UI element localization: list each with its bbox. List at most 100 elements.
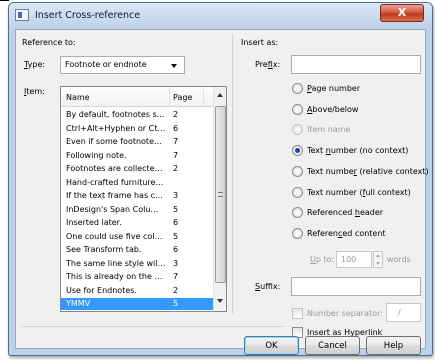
prefix-input[interactable] — [291, 55, 421, 74]
list-item[interactable]: One could use five colu... 5 — [61, 231, 213, 243]
insert-as-option-label: Text number (no context) — [307, 146, 409, 156]
suffix-label: Suffix: — [255, 282, 281, 291]
item-page: 7 — [173, 137, 179, 146]
item-page: 7 — [173, 272, 179, 281]
column-header-name[interactable]: Name — [66, 93, 90, 102]
item-name: YMMV — [66, 299, 91, 308]
list-item[interactable]: By default, footnotes s... 2 — [61, 109, 213, 121]
list-item[interactable]: This is already on the w... 7 — [61, 271, 213, 283]
list-item[interactable]: Inserted later. 6 — [61, 217, 213, 229]
item-name: One could use five colu... — [66, 231, 166, 241]
insert-as-radio[interactable] — [292, 207, 303, 219]
item-page: 5 — [173, 231, 179, 241]
item-name: This is already on the w... — [66, 272, 166, 281]
insert-as-radio[interactable] — [292, 83, 303, 94]
spinner-down-icon[interactable] — [376, 262, 380, 265]
close-button[interactable]: X — [380, 4, 424, 22]
scroll-down-icon[interactable] — [217, 299, 223, 303]
section-divider — [232, 34, 233, 314]
item-page: 2 — [173, 285, 179, 295]
number-separator-input[interactable]: / — [386, 303, 421, 322]
dialog-client-area: Reference to: Type: Footnote or endnote … — [15, 29, 429, 349]
insert-as-option-label: Above/below — [307, 104, 359, 114]
item-page: 3 — [173, 191, 179, 200]
list-item[interactable]: If the text frame has c... 3 — [61, 190, 213, 202]
insert-as-radio[interactable] — [292, 103, 303, 115]
list-item[interactable]: Hand-crafted furniture i... — [61, 177, 213, 189]
dialog-window: Insert Cross-reference X Reference to: T… — [8, 2, 433, 356]
item-name: Use for Endnotes. — [66, 285, 137, 295]
words-label: words — [387, 255, 411, 264]
item-page: 2 — [173, 110, 179, 119]
window-title: Insert Cross-reference — [35, 10, 141, 21]
item-name: If the text frame has c... — [66, 191, 163, 200]
column-divider — [169, 87, 170, 106]
insert-as-option-label: Text number (full context) — [307, 187, 411, 197]
prefix-label: Prefix: — [255, 60, 281, 69]
insert-as-option-label: Item name — [307, 125, 351, 135]
list-item[interactable]: Ctrl+Alt+Hyphen or Ctr... 6 — [61, 123, 213, 135]
item-list-header: Name Page — [61, 87, 213, 107]
button-row-divider — [22, 326, 284, 327]
item-name: See Transform tab. — [66, 245, 142, 254]
window-icon — [15, 9, 29, 21]
item-name: Hand-crafted furniture i... — [66, 177, 166, 187]
item-name: The same line style will ... — [66, 258, 166, 268]
ok-button[interactable]: OK — [244, 336, 299, 355]
item-page: 6 — [173, 218, 179, 227]
item-label: Item: — [24, 87, 45, 96]
list-item[interactable]: Use for Endnotes. 2 — [61, 285, 213, 297]
list-item[interactable]: Footnotes are collected... 2 — [61, 163, 213, 175]
list-item[interactable]: The same line style will ... 3 — [61, 258, 213, 270]
insert-as-radio[interactable] — [292, 227, 303, 239]
item-page: 5 — [173, 299, 179, 308]
up-to-input[interactable]: 100 — [336, 251, 372, 268]
number-separator-checkbox[interactable] — [292, 308, 303, 319]
insert-as-radio[interactable] — [292, 186, 303, 198]
up-to-spinner[interactable] — [373, 251, 383, 268]
insert-as-radio[interactable] — [292, 124, 303, 136]
item-name: Inserted later. — [66, 218, 122, 227]
item-page: 2 — [173, 164, 179, 173]
list-item[interactable]: YMMV 5 — [61, 298, 213, 310]
insert-as-option-label: Referenced content — [307, 228, 386, 238]
insert-as-option-label: Text number (relative context) — [307, 166, 429, 176]
chevron-down-icon — [171, 64, 177, 68]
list-item[interactable]: InDesign's Span Column... 5 — [61, 204, 213, 216]
item-name: Following note. — [66, 150, 127, 160]
type-dropdown-value: Footnote or endnote — [65, 60, 147, 69]
list-item[interactable]: Even if some footnotes ... 7 — [61, 136, 213, 148]
column-divider — [203, 87, 204, 106]
insert-as-radio[interactable] — [292, 165, 303, 177]
item-page: 3 — [173, 258, 179, 268]
item-name: By default, footnotes s... — [66, 110, 165, 119]
insert-as-option-label: Referenced header — [307, 208, 384, 218]
background-edge-line — [0, 0, 9, 1]
number-separator-value: / — [398, 308, 401, 317]
up-to-label: Up to: — [310, 255, 335, 264]
item-page: 7 — [173, 150, 179, 160]
suffix-input[interactable] — [291, 277, 421, 296]
item-page: 6 — [173, 123, 179, 133]
title-bar[interactable]: Insert Cross-reference X — [9, 3, 432, 29]
insert-as-heading: Insert as: — [241, 38, 279, 47]
vertical-scrollbar[interactable] — [213, 87, 226, 311]
scrollbar-grip-icon — [218, 192, 223, 197]
up-to-value: 100 — [341, 255, 357, 264]
spinner-up-icon[interactable] — [376, 254, 380, 257]
list-item[interactable]: See Transform tab. 6 — [61, 244, 213, 256]
cancel-button[interactable]: Cancel — [305, 336, 360, 355]
item-name: Ctrl+Alt+Hyphen or Ctr... — [66, 123, 166, 133]
column-header-page[interactable]: Page — [173, 93, 192, 102]
item-page: 6 — [173, 245, 179, 254]
number-separator-label: Number separator: — [307, 309, 383, 318]
reference-to-heading: Reference to: — [22, 38, 76, 47]
type-dropdown[interactable]: Footnote or endnote — [60, 56, 185, 74]
list-item[interactable]: Following note. 7 — [61, 150, 213, 162]
help-button[interactable]: Help — [366, 336, 421, 355]
insert-as-radio[interactable] — [292, 145, 303, 157]
item-list[interactable]: Name Page By default, footnotes s... 2 Ctr… — [60, 86, 227, 312]
scroll-up-icon[interactable] — [217, 93, 223, 97]
item-name: InDesign's Span Column... — [66, 204, 166, 214]
insert-as-option-label: Page number — [307, 84, 361, 93]
